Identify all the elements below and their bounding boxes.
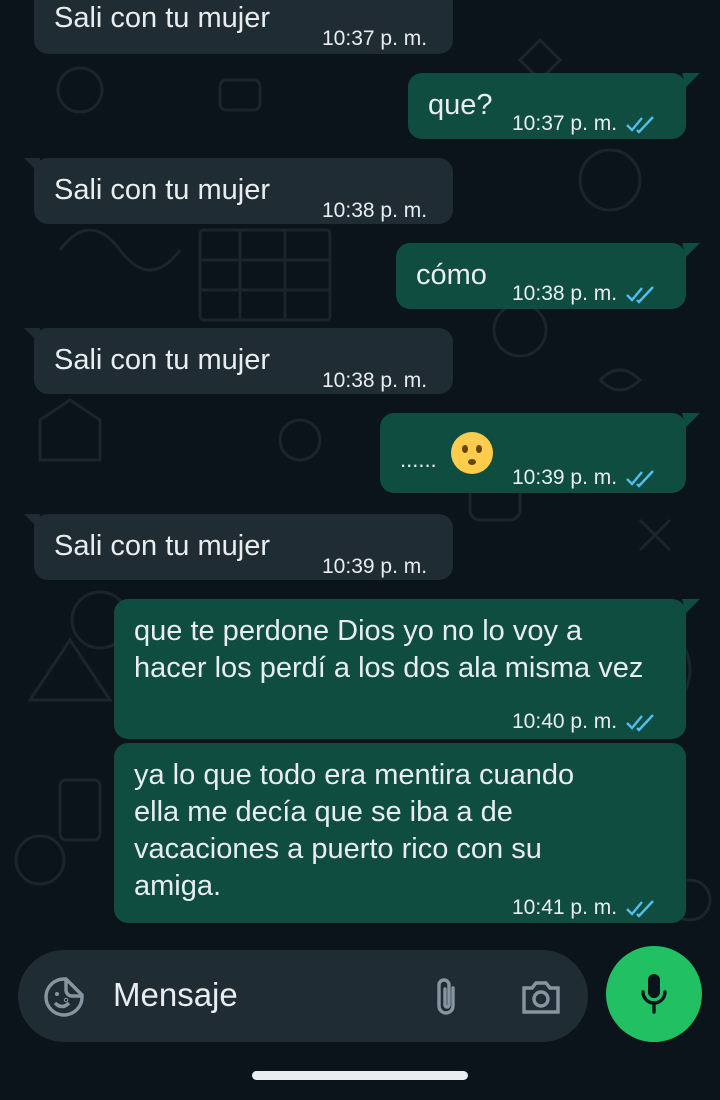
message-time: 10:40 p. m.: [512, 710, 618, 733]
message-meta: 10:39 p. m.: [512, 459, 657, 496]
microphone-icon: [641, 974, 667, 1014]
message-time: 10:37 p. m.: [322, 27, 428, 50]
incoming-message[interactable]: Sali con tu mujer 10:39 p. m.: [24, 514, 453, 580]
message-time: 10:41 p. m.: [512, 896, 618, 919]
bubble-tail: [682, 413, 700, 427]
message-text: Sali con tu mujer: [54, 344, 270, 376]
paperclip-icon[interactable]: [424, 974, 468, 1020]
message-text: ......: [400, 447, 437, 472]
incoming-message[interactable]: Sali con tu mujer 10:38 p. m.: [24, 328, 453, 394]
outgoing-message[interactable]: cómo 10:38 p. m.: [396, 243, 700, 312]
bubble-tail: [682, 599, 700, 613]
message-time: 10:38 p. m.: [512, 282, 618, 305]
message-text: Sali con tu mujer: [54, 530, 270, 562]
camera-icon[interactable]: [518, 974, 564, 1020]
message-composer: Mensaje: [18, 950, 588, 1042]
message-meta: 10:38 p. m.: [512, 275, 657, 312]
message-time: 10:38 p. m.: [322, 199, 428, 222]
message-time: 10:37 p. m.: [512, 112, 618, 135]
bubble-tail: [24, 158, 40, 172]
face-emoji-icon: [451, 432, 493, 474]
incoming-message[interactable]: Sali con tu mujer 10:37 p. m.: [34, 0, 453, 54]
bubble-tail: [682, 73, 700, 87]
message-meta: 10:40 p. m.: [512, 703, 657, 740]
outgoing-message[interactable]: ...... 10:39 p. m.: [380, 413, 700, 496]
message-time: 10:38 p. m.: [322, 369, 428, 392]
message-text: que te perdone Dios yo no lo voy a hacer…: [134, 615, 644, 684]
message-time: 10:39 p. m.: [322, 555, 428, 578]
message-text: Sali con tu mujer: [54, 174, 270, 206]
message-meta: 10:37 p. m.: [512, 105, 657, 142]
outgoing-message[interactable]: ya lo que todo era mentira cuando ella m…: [114, 743, 686, 923]
read-ticks-icon: [626, 115, 654, 134]
home-indicator[interactable]: [252, 1071, 468, 1080]
incoming-message[interactable]: Sali con tu mujer 10:38 p. m.: [24, 158, 453, 224]
message-text: cómo: [416, 259, 487, 291]
bubble-tail: [24, 514, 40, 528]
message-time: 10:39 p. m.: [512, 466, 618, 489]
read-ticks-icon: [626, 469, 654, 488]
outgoing-message[interactable]: que? 10:37 p. m.: [408, 73, 700, 142]
message-meta: 10:41 p. m.: [512, 889, 657, 926]
read-ticks-icon: [626, 285, 654, 304]
bubble-tail: [24, 328, 40, 342]
message-text: Sali con tu mujer: [54, 2, 270, 34]
voice-record-button[interactable]: [606, 946, 702, 1042]
read-ticks-icon: [626, 713, 654, 732]
bubble-tail: [682, 243, 700, 257]
outgoing-message[interactable]: que te perdone Dios yo no lo voy a hacer…: [114, 599, 700, 740]
message-text: ya lo que todo era mentira cuando ella m…: [134, 759, 575, 902]
message-input[interactable]: Mensaje: [113, 976, 238, 1014]
sticker-icon[interactable]: [42, 975, 86, 1019]
message-text: que?: [428, 89, 493, 121]
message-list: Sali con tu mujer 10:37 p. m. que? 10:37…: [0, 0, 720, 940]
read-ticks-icon: [626, 899, 654, 918]
